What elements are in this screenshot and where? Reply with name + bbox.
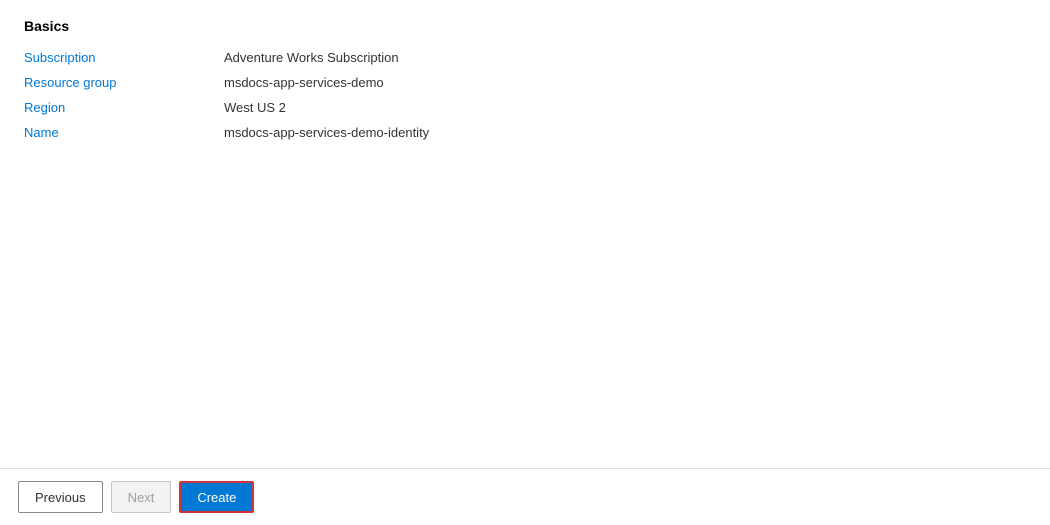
field-value: msdocs-app-services-demo: [224, 75, 384, 90]
field-row: Namemsdocs-app-services-demo-identity: [24, 125, 1026, 140]
fields-container: SubscriptionAdventure Works Subscription…: [24, 50, 1026, 140]
field-row: SubscriptionAdventure Works Subscription: [24, 50, 1026, 65]
field-row: RegionWest US 2: [24, 100, 1026, 115]
field-label: Name: [24, 125, 224, 140]
field-value: West US 2: [224, 100, 286, 115]
field-label: Subscription: [24, 50, 224, 65]
field-label: Region: [24, 100, 224, 115]
section-title: Basics: [24, 18, 1026, 34]
create-button[interactable]: Create: [179, 481, 254, 513]
next-button: Next: [111, 481, 172, 513]
main-content: Basics SubscriptionAdventure Works Subsc…: [0, 0, 1050, 468]
field-row: Resource groupmsdocs-app-services-demo: [24, 75, 1026, 90]
footer: Previous Next Create: [0, 468, 1050, 525]
previous-button[interactable]: Previous: [18, 481, 103, 513]
field-label: Resource group: [24, 75, 224, 90]
field-value: Adventure Works Subscription: [224, 50, 399, 65]
field-value: msdocs-app-services-demo-identity: [224, 125, 429, 140]
